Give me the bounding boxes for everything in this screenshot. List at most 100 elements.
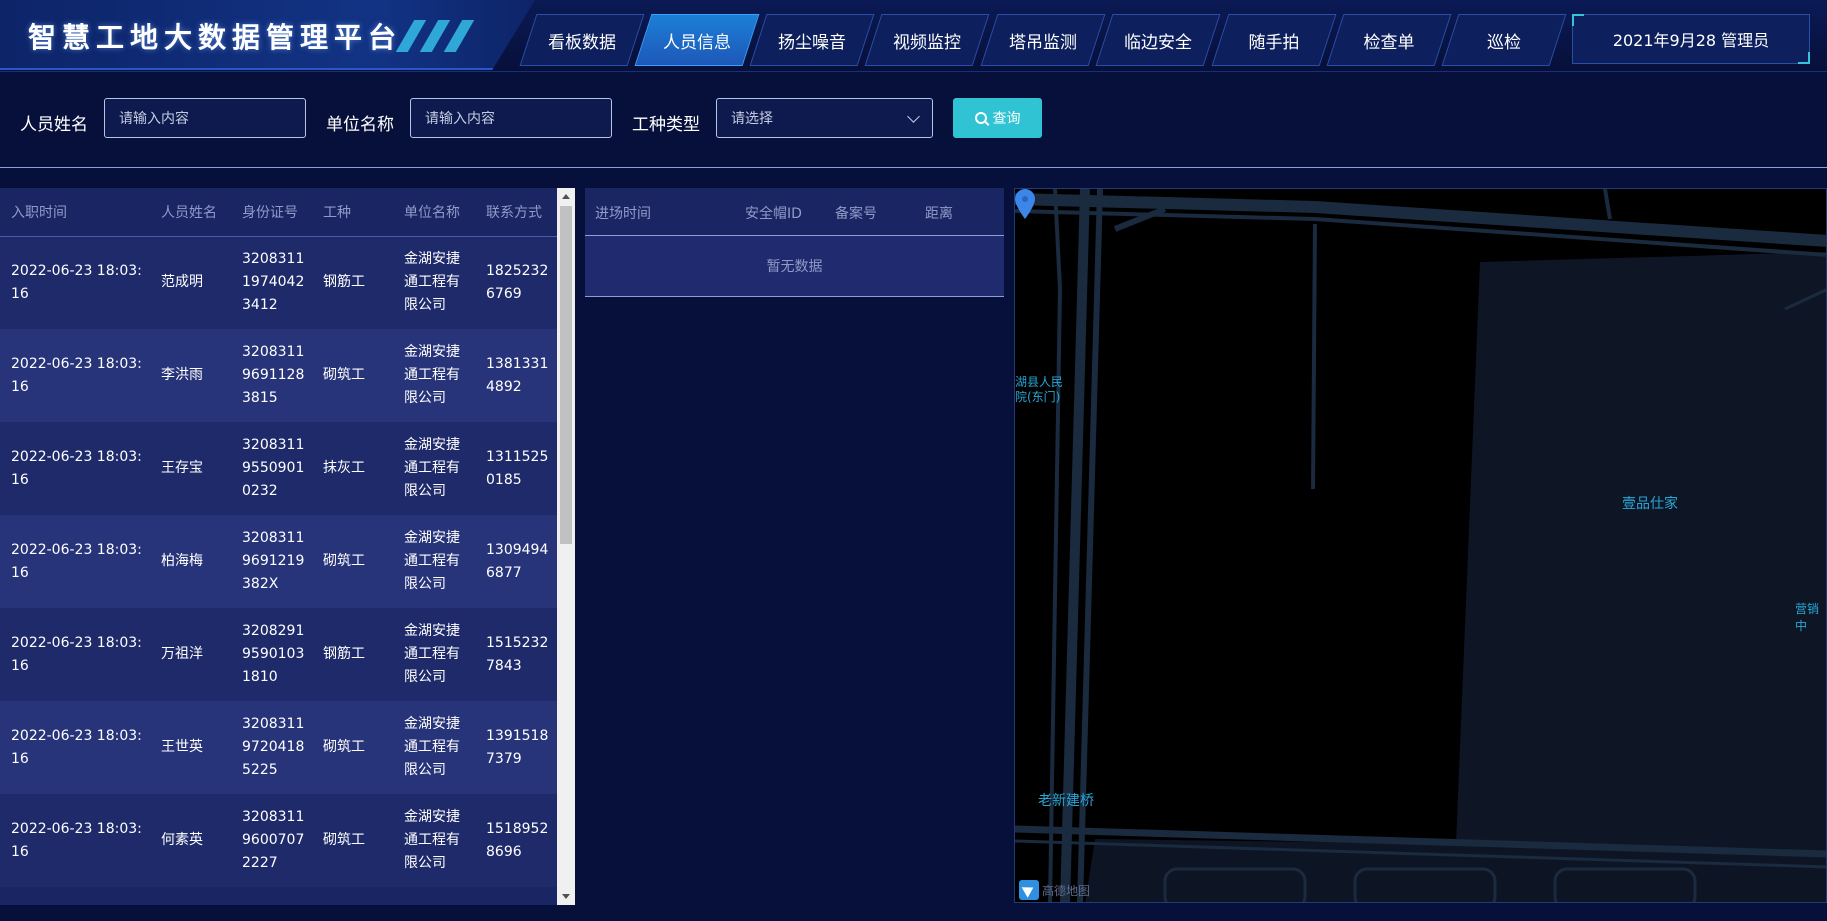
map-label-residence: 壹品仕家 <box>1622 496 1678 512</box>
unit-input[interactable]: 请输入内容 <box>410 98 612 138</box>
scroll-up-arrow-icon[interactable] <box>562 194 570 199</box>
cell-join-time: 2022-06-23 18:03:16 <box>0 608 150 701</box>
name-input-placeholder: 请输入内容 <box>119 111 189 127</box>
cell-unit: 金湖安捷通工程有限公司 <box>393 608 475 701</box>
col-header-name[interactable]: 人员姓名 <box>150 188 231 237</box>
col-header-work-type[interactable]: 工种 <box>312 188 393 237</box>
name-input[interactable]: 请输入内容 <box>104 98 306 138</box>
cell-contact: 15152327843 <box>475 608 557 701</box>
nav-tab-patrol[interactable]: 巡检 <box>1441 14 1567 66</box>
map-provider-logo: 高德地图 <box>1019 880 1090 900</box>
table-row[interactable]: 2022-06-23 18:03:16 王存宝 3208311955090102… <box>0 422 557 515</box>
app-title: 智慧工地大数据管理平台 <box>28 21 403 54</box>
amap-logo-icon <box>1019 880 1039 900</box>
cell-id-number: 32083119691219382X <box>231 515 312 608</box>
nav-tab-dashboard[interactable]: 看板数据 <box>519 14 645 66</box>
table-row[interactable]: 2022-06-23 18:03:16 柏海梅 3208311969121938… <box>0 515 557 608</box>
nav-tab-personnel[interactable]: 人员信息 <box>634 14 760 66</box>
unit-label: 单位名称 <box>326 115 394 135</box>
brand-banner: 智慧工地大数据管理平台 <box>0 0 535 70</box>
cell-unit: 金湖安捷通工程有限公司 <box>393 515 475 608</box>
nav-tab-snapshot[interactable]: 随手拍 <box>1211 14 1337 66</box>
cell-id-number: 320831119740423412 <box>231 236 312 329</box>
entry-records-panel: 进场时间 安全帽ID 备案号 距离 暂无数据 <box>585 188 1004 298</box>
scroll-down-arrow-icon[interactable] <box>562 894 570 899</box>
cell-name: 万祖洋 <box>150 608 231 701</box>
cell-join-time: 2022-06-23 18:03:16 <box>0 329 150 422</box>
cell-join-time: 2022-06-23 18:03:16 <box>0 515 150 608</box>
col-header-join-time[interactable]: 入职时间 <box>0 188 150 237</box>
cell-name: 柏海梅 <box>150 515 231 608</box>
cell-unit: 金湖安捷通工程有限公司 <box>393 329 475 422</box>
cell-name: 范成明 <box>150 236 231 329</box>
cell-unit: 金湖安捷通工程有限公司 <box>393 701 475 794</box>
work-type-placeholder: 请选择 <box>731 111 773 127</box>
col-header-record-no[interactable]: 备案号 <box>835 203 877 223</box>
map-label-sales: 营销中 <box>1795 602 1820 633</box>
cell-join-time: 2022-06-23 18:03:16 <box>0 794 150 887</box>
table-row[interactable]: 2022-06-23 18:03:16 何素英 3208311960070722… <box>0 794 557 887</box>
cell-name: 王存宝 <box>150 422 231 515</box>
col-header-distance[interactable]: 距离 <box>925 203 953 223</box>
nav-tab-tower-crane[interactable]: 塔吊监测 <box>980 14 1106 66</box>
map-label-hospital: 湖县人民 院(东门) <box>1015 375 1064 404</box>
location-pin-icon[interactable] <box>1015 189 1035 219</box>
cell-contact: 13094946877 <box>475 515 557 608</box>
cell-contact: 13915187379 <box>475 701 557 794</box>
col-header-helmet-id[interactable]: 安全帽ID <box>745 203 802 223</box>
filter-bar: 人员姓名 请输入内容 单位名称 请输入内容 工种类型 请选择 查询 <box>0 72 1827 168</box>
cell-id-number: 320831196911283815 <box>231 329 312 422</box>
table-row[interactable]: 2022-06-23 18:03:16 范成明 3208311197404234… <box>0 236 557 329</box>
cell-contact: 13115250185 <box>475 422 557 515</box>
table-row[interactable]: 2022-06-23 18:03:16 李洪雨 3208311969112838… <box>0 329 557 422</box>
table-header-row: 入职时间 人员姓名 身份证号 工种 单位名称 联系方式 <box>0 188 557 237</box>
cell-unit: 金湖安捷通工程有限公司 <box>393 794 475 887</box>
cell-contact: 13813314892 <box>475 329 557 422</box>
cell-name: 王世英 <box>150 701 231 794</box>
search-button[interactable]: 查询 <box>953 98 1042 138</box>
table-row[interactable]: 2022-06-23 18:03:16 万祖洋 3208291959010318… <box>0 608 557 701</box>
cell-work-type: 砌筑工 <box>312 515 393 608</box>
top-header: 智慧工地大数据管理平台 看板数据 人员信息 扬尘噪音 视频监控 塔吊监测 临边安… <box>0 0 1827 72</box>
cell-id-number: 320831195509010232 <box>231 422 312 515</box>
scroll-thumb[interactable] <box>560 206 572 544</box>
personnel-table-panel: 入职时间 人员姓名 身份证号 工种 单位名称 联系方式 2022-06-23 1… <box>0 188 575 905</box>
cell-name: 何素英 <box>150 794 231 887</box>
map-roads <box>1015 189 1826 902</box>
personnel-table: 入职时间 人员姓名 身份证号 工种 单位名称 联系方式 2022-06-23 1… <box>0 188 557 887</box>
work-type-label: 工种类型 <box>632 115 700 135</box>
nav-tab-dust-noise[interactable]: 扬尘噪音 <box>749 14 875 66</box>
location-map[interactable]: 湖县人民 院(东门) 壹品仕家 营销中 老新建桥 高德地图 <box>1014 188 1827 903</box>
col-header-unit[interactable]: 单位名称 <box>393 188 475 237</box>
cell-work-type: 钢筋工 <box>312 608 393 701</box>
col-header-id-number[interactable]: 身份证号 <box>231 188 312 237</box>
cell-work-type: 钢筋工 <box>312 236 393 329</box>
cell-contact: 18252326769 <box>475 236 557 329</box>
chevron-down-icon <box>907 109 920 123</box>
unit-input-placeholder: 请输入内容 <box>425 111 495 127</box>
cell-id-number: 320831196007072227 <box>231 794 312 887</box>
col-header-contact[interactable]: 联系方式 <box>475 188 557 237</box>
date-user-display: 2021年9月28 管理员 <box>1572 14 1810 64</box>
col-header-entry-time[interactable]: 进场时间 <box>595 203 651 223</box>
cell-join-time: 2022-06-23 18:03:16 <box>0 701 150 794</box>
search-button-label: 查询 <box>992 111 1021 127</box>
nav-tab-checklist[interactable]: 检查单 <box>1326 14 1452 66</box>
table-scrollbar[interactable] <box>557 188 575 905</box>
cell-unit: 金湖安捷通工程有限公司 <box>393 236 475 329</box>
nav-tab-edge-safety[interactable]: 临边安全 <box>1095 14 1221 66</box>
cell-work-type: 砌筑工 <box>312 329 393 422</box>
nav-tab-video[interactable]: 视频监控 <box>864 14 990 66</box>
cell-name: 李洪雨 <box>150 329 231 422</box>
name-label: 人员姓名 <box>20 115 88 135</box>
cell-work-type: 抹灰工 <box>312 422 393 515</box>
work-type-select[interactable]: 请选择 <box>716 98 933 138</box>
empty-state-text: 暂无数据 <box>585 236 1004 297</box>
cell-join-time: 2022-06-23 18:03:16 <box>0 422 150 515</box>
search-icon <box>974 112 987 124</box>
table-row[interactable]: 2022-06-23 18:03:16 王世英 3208311972041852… <box>0 701 557 794</box>
cell-unit: 金湖安捷通工程有限公司 <box>393 422 475 515</box>
cell-work-type: 砌筑工 <box>312 794 393 887</box>
map-building-block <box>1455 252 1826 879</box>
cell-join-time: 2022-06-23 18:03:16 <box>0 236 150 329</box>
